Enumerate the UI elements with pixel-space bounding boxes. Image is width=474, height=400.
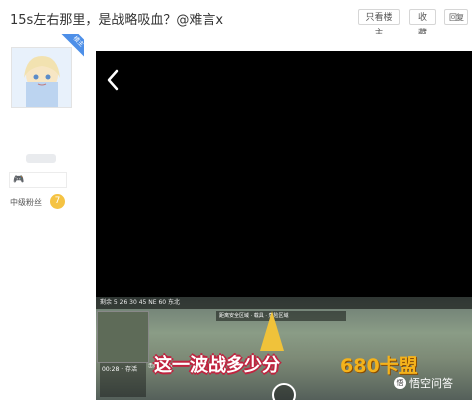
user-card: 楼主 🎮 中级粉丝 7: [0, 34, 85, 400]
wukong-logo-icon: 悟: [394, 377, 406, 389]
post-header: 15s左右那里，是战略吸血？@难言x 只看楼主 收藏 回复: [0, 0, 474, 39]
video-frame: 剩余 5 26 30 45 NE 60 东北 距离安全区域 · 载具 · 危险区…: [96, 297, 472, 400]
chevron-left-icon[interactable]: [106, 69, 120, 95]
avatar[interactable]: [11, 47, 72, 108]
favorite-button[interactable]: 收藏: [409, 9, 436, 39]
brand-watermark: 悟空问答: [409, 377, 453, 390]
video-caption: 这一波战多少分: [154, 355, 280, 376]
post-title: 15s左右那里，是战略吸血？@难言x: [10, 13, 224, 28]
fan-level-label: 中级粉丝: [10, 198, 42, 207]
game-hud-top: 剩余 5 26 30 45 NE 60 东北: [96, 297, 472, 309]
only-author-button[interactable]: 只看楼主: [358, 9, 400, 39]
reply-button[interactable]: 回复: [444, 9, 468, 25]
star-level-icon: 7: [50, 194, 65, 209]
game-badge[interactable]: 🎮: [9, 172, 67, 188]
avatar-image: [12, 48, 71, 107]
gamepad-icon: 🎮: [13, 175, 25, 185]
shark-fin-logo-icon: [260, 311, 284, 351]
game-hud-left: 00:28 · 存活: [100, 363, 146, 397]
video-player[interactable]: 剩余 5 26 30 45 NE 60 东北 距离安全区域 · 载具 · 危险区…: [96, 51, 472, 400]
username-placeholder: [26, 154, 56, 163]
play-button-icon[interactable]: [272, 383, 296, 400]
watermark-text: 680卡盟: [340, 355, 418, 377]
game-minimap: [97, 311, 149, 363]
